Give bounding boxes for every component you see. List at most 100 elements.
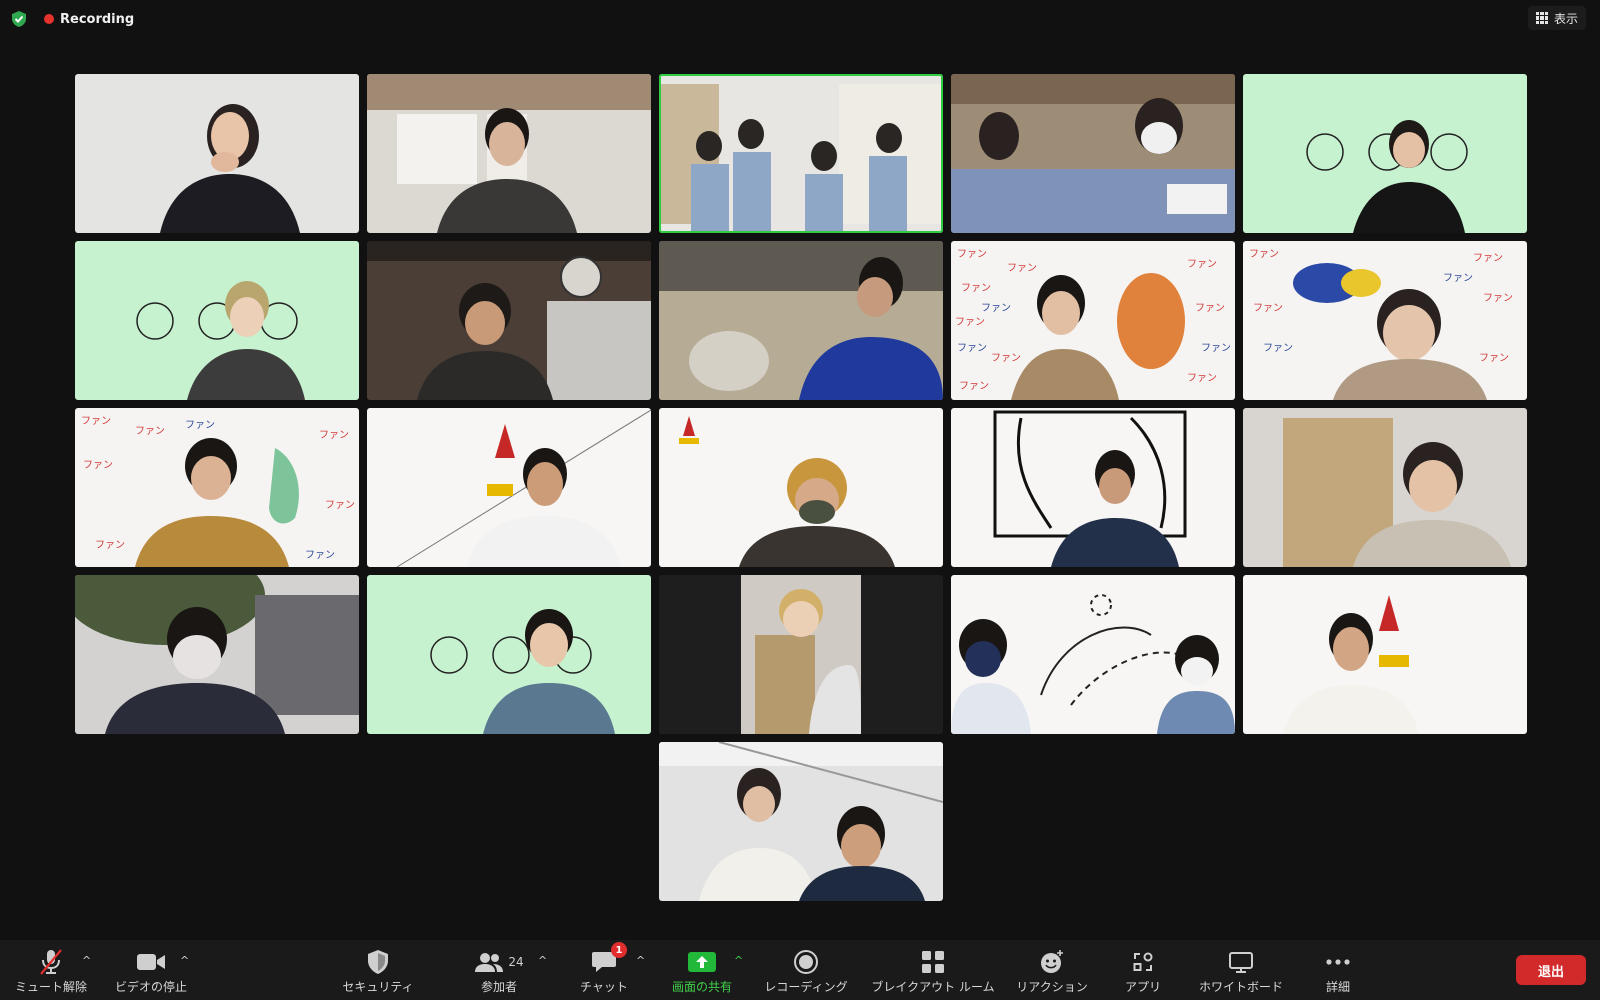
chat-unread-badge: 1 xyxy=(611,942,627,958)
svg-text:ファン: ファン xyxy=(1187,259,1217,270)
participants-button[interactable]: 24 参加者 xyxy=(460,940,538,1000)
video-tile-17[interactable] xyxy=(367,575,651,734)
share-screen-button[interactable]: 画面の共有 xyxy=(664,940,740,1000)
grid-view-icon xyxy=(1535,12,1548,24)
zoom-meeting-window: Recording 表示 ファン ファン ファン ファン ファン ファン ファン… xyxy=(0,0,1600,1000)
video-tile-21[interactable] xyxy=(659,742,943,901)
view-label: 表示 xyxy=(1553,11,1578,26)
view-button[interactable]: 表示 xyxy=(1527,6,1586,30)
audio-options-chevron-up-icon[interactable]: ^ xyxy=(82,954,91,967)
security-button[interactable]: セキュリティ xyxy=(336,940,420,1000)
participants-options-chevron-up-icon[interactable]: ^ xyxy=(538,954,547,967)
svg-text:ファン: ファン xyxy=(991,353,1021,364)
more-label: 詳細 xyxy=(1325,980,1350,994)
leave-label: 退出 xyxy=(1537,964,1564,980)
svg-text:ファン: ファン xyxy=(1249,249,1279,260)
stop-video-label: ビデオの停止 xyxy=(114,980,187,994)
share-screen-label: 画面の共有 xyxy=(671,980,732,994)
chat-button[interactable]: 1 チャット xyxy=(566,940,642,1000)
svg-text:ファン: ファン xyxy=(1473,253,1503,264)
svg-text:ファン: ファン xyxy=(81,416,111,427)
apps-icon xyxy=(1131,948,1155,976)
reactions-button[interactable]: リアクション xyxy=(1012,940,1092,1000)
svg-text:ファン: ファン xyxy=(1007,263,1037,274)
chat-bubble-icon: 1 xyxy=(591,942,627,976)
whiteboard-label: ホワイトボード xyxy=(1198,980,1283,994)
svg-text:ファン: ファン xyxy=(1263,343,1293,354)
svg-text:ファン: ファン xyxy=(325,500,355,511)
participants-icon: 24 xyxy=(474,948,524,976)
stop-video-button[interactable]: ビデオの停止 xyxy=(110,940,192,1000)
breakout-rooms-label: ブレイクアウト ルーム xyxy=(871,980,995,994)
chat-label: チャット xyxy=(580,980,628,994)
breakout-rooms-icon xyxy=(921,948,945,976)
video-tile-8[interactable] xyxy=(659,241,943,400)
svg-text:ファン: ファン xyxy=(955,317,985,328)
video-tile-12[interactable] xyxy=(367,408,651,567)
svg-text:ファン: ファン xyxy=(95,540,125,551)
video-tile-4[interactable] xyxy=(951,74,1235,233)
recording-indicator[interactable]: Recording xyxy=(44,10,134,28)
video-tile-3-active-speaker[interactable] xyxy=(659,74,943,233)
svg-text:ファン: ファン xyxy=(83,460,113,471)
video-tile-18[interactable] xyxy=(659,575,943,734)
whiteboard-button[interactable]: ホワイトボード xyxy=(1190,940,1292,1000)
video-options-chevron-up-icon[interactable]: ^ xyxy=(180,954,189,967)
svg-text:ファン: ファン xyxy=(305,550,335,561)
video-tile-13[interactable] xyxy=(659,408,943,567)
leave-meeting-button[interactable]: 退出 xyxy=(1516,955,1586,985)
whiteboard-icon xyxy=(1228,948,1254,976)
video-tile-6[interactable] xyxy=(75,241,359,400)
breakout-rooms-button[interactable]: ブレイクアウト ルーム xyxy=(866,940,1000,1000)
video-tile-9[interactable]: ファン ファン ファン ファン ファン ファン ファン ファン ファン ファン ファン ファン xyxy=(951,241,1235,400)
apps-button[interactable]: アプリ xyxy=(1114,940,1172,1000)
security-label: セキュリティ xyxy=(342,980,414,994)
video-tile-5[interactable] xyxy=(1243,74,1527,233)
svg-text:ファン: ファン xyxy=(319,430,349,441)
participants-count: 24 xyxy=(508,955,524,969)
recording-dot-icon xyxy=(44,14,54,24)
participants-label: 参加者 xyxy=(480,980,517,994)
video-tile-15[interactable] xyxy=(1243,408,1527,567)
apps-label: アプリ xyxy=(1124,980,1161,994)
svg-text:ファン: ファン xyxy=(1253,303,1283,314)
svg-text:ファン: ファン xyxy=(957,249,987,260)
video-tile-2[interactable] xyxy=(367,74,651,233)
svg-text:ファン: ファン xyxy=(1479,353,1509,364)
share-screen-icon xyxy=(687,948,717,976)
record-button[interactable]: レコーディング xyxy=(756,940,856,1000)
svg-text:ファン: ファン xyxy=(961,283,991,294)
svg-text:ファン: ファン xyxy=(185,420,215,431)
video-tile-7[interactable] xyxy=(367,241,651,400)
svg-text:ファン: ファン xyxy=(135,426,165,437)
top-bar: Recording 表示 xyxy=(0,0,1600,40)
svg-text:ファン: ファン xyxy=(959,381,989,392)
svg-text:ファン: ファン xyxy=(1195,303,1225,314)
mute-button[interactable]: ミュート解除 xyxy=(12,940,90,1000)
security-shield-icon xyxy=(366,948,390,976)
record-label: レコーディング xyxy=(764,980,848,994)
video-tile-19[interactable] xyxy=(951,575,1235,734)
microphone-muted-icon xyxy=(38,948,64,976)
video-tile-20[interactable] xyxy=(1243,575,1527,734)
video-tile-14[interactable] xyxy=(951,408,1235,567)
meeting-controls-toolbar: ミュート解除 ^ ビデオの停止 ^ セキュリティ 24 参加者 ^ 1 チャット… xyxy=(0,940,1600,1000)
more-button[interactable]: 詳細 xyxy=(1308,940,1368,1000)
video-tile-11[interactable]: ファン ファン ファン ファン ファン ファン ファン ファン xyxy=(75,408,359,567)
video-camera-icon xyxy=(136,948,166,976)
svg-text:ファン: ファン xyxy=(957,343,987,354)
encryption-shield-icon[interactable] xyxy=(10,10,28,28)
record-icon xyxy=(793,948,819,976)
svg-text:ファン: ファン xyxy=(981,303,1011,314)
video-tile-16[interactable] xyxy=(75,575,359,734)
svg-text:ファン: ファン xyxy=(1443,273,1473,284)
more-dots-icon xyxy=(1325,948,1351,976)
svg-text:ファン: ファン xyxy=(1201,343,1231,354)
svg-text:ファン: ファン xyxy=(1187,373,1217,384)
share-options-chevron-up-icon[interactable]: ^ xyxy=(734,954,743,967)
svg-text:ファン: ファン xyxy=(1483,293,1513,304)
video-tile-10[interactable]: ファンファンファン ファンファンファン ファンファン xyxy=(1243,241,1527,400)
video-tile-1[interactable] xyxy=(75,74,359,233)
smiley-reaction-icon xyxy=(1039,948,1065,976)
chat-options-chevron-up-icon[interactable]: ^ xyxy=(636,954,645,967)
